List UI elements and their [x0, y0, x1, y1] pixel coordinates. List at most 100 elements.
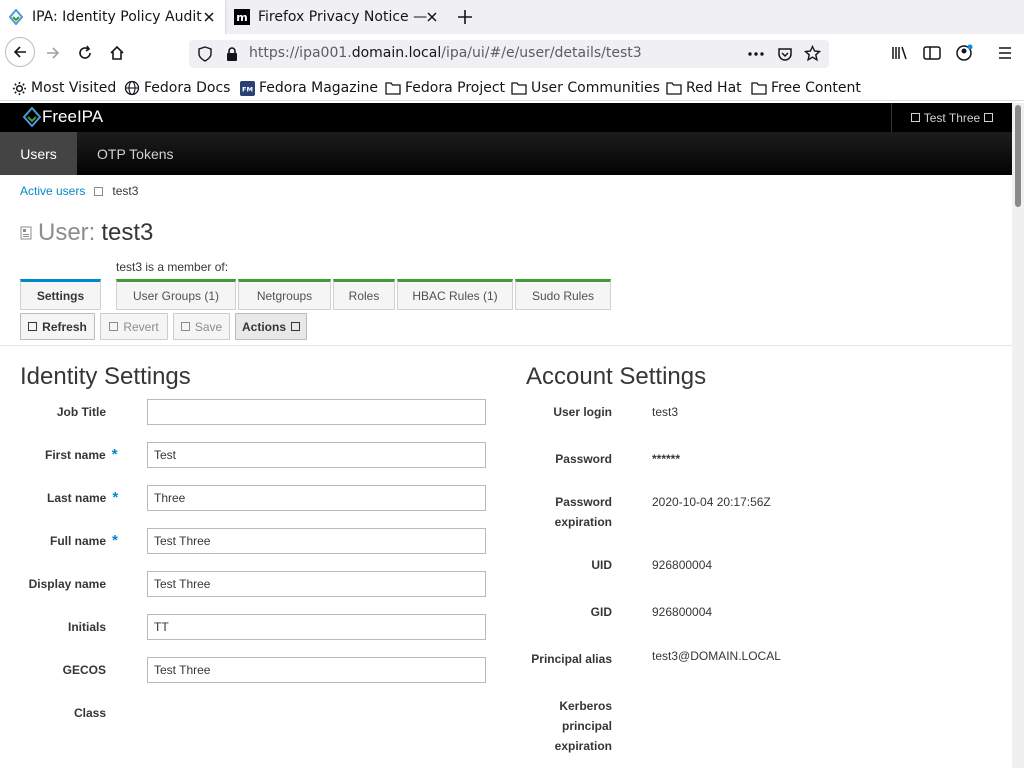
nav-label: OTP Tokens — [97, 145, 174, 162]
folder-icon — [385, 82, 401, 95]
refresh-button[interactable]: Refresh — [20, 313, 95, 340]
library-button[interactable] — [886, 39, 914, 67]
tab-roles[interactable]: Roles — [333, 279, 395, 310]
tab-netgroups[interactable]: Netgroups — [238, 279, 331, 310]
nav-users[interactable]: Users — [0, 132, 77, 175]
nav-otp-tokens[interactable]: OTP Tokens — [77, 132, 194, 175]
tab-hbac-rules[interactable]: HBAC Rules (1) — [397, 279, 513, 310]
user-icon — [910, 113, 920, 122]
member-of-label: test3 is a member of: — [116, 260, 229, 274]
revert-button[interactable]: Revert — [100, 313, 168, 340]
browser-tab-title: IPA: Identity Policy Audit — [32, 9, 202, 25]
breadcrumb-separator-icon — [94, 186, 104, 196]
browser-tab-strip: IPA: Identity Policy Audit m Firefox Pri… — [0, 0, 1024, 34]
bookmark-red-hat[interactable]: Red Hat — [666, 78, 742, 98]
label-gecos: GECOS — [62, 663, 106, 677]
save-label: Save — [194, 319, 223, 334]
account-button[interactable] — [950, 39, 978, 67]
label-job-title: Job Title — [56, 405, 106, 419]
bookmark-fedora-magazine[interactable]: FM Fedora Magazine — [240, 78, 378, 98]
label-uid: UID — [591, 558, 612, 572]
principal-alias-value: test3@DOMAIN.LOCAL — [652, 649, 781, 663]
logo-text: FreeIPA — [42, 107, 104, 126]
reload-button[interactable] — [71, 39, 99, 67]
shield-icon[interactable] — [197, 46, 213, 62]
bookmark-fedora-docs[interactable]: Fedora Docs — [124, 78, 230, 98]
freeipa-favicon-icon — [8, 9, 24, 25]
tab-label: User Groups (1) — [132, 288, 220, 303]
initials-input[interactable] — [147, 614, 486, 640]
url-text[interactable]: https://ipa001.domain.local/ipa/ui/#/e/u… — [249, 45, 642, 61]
tab-label: Roles — [348, 288, 380, 303]
page-title-kind: User: — [38, 219, 96, 246]
actions-dropdown[interactable]: Actions — [235, 313, 307, 340]
revert-icon — [109, 322, 119, 331]
required-marker: * — [112, 532, 118, 549]
tab-settings[interactable]: Settings — [20, 279, 101, 310]
home-button[interactable] — [103, 39, 131, 67]
freeipa-logo[interactable]: FreeIPA — [22, 107, 103, 127]
tab-label: Settings — [36, 288, 85, 303]
sidebar-button[interactable] — [918, 39, 946, 67]
refresh-icon — [28, 322, 38, 331]
bookmark-user-communities[interactable]: User Communities — [511, 78, 660, 98]
label-gid: GID — [590, 605, 612, 619]
tab-sudo-rules[interactable]: Sudo Rules — [515, 279, 611, 310]
display-name-input[interactable] — [147, 571, 486, 597]
breadcrumb-active-users[interactable]: Active users — [20, 184, 85, 198]
save-button[interactable]: Save — [173, 313, 230, 340]
forward-button[interactable] — [39, 39, 67, 67]
home-icon — [110, 45, 124, 60]
revert-label: Revert — [123, 319, 159, 334]
label-password-expiration: Password expiration — [554, 495, 612, 529]
bookmark-label: Red Hat — [686, 80, 742, 96]
lock-icon[interactable] — [225, 46, 239, 62]
url-path: /ipa/ui/#/e/user/details/test3 — [441, 45, 642, 61]
user-menu[interactable]: Test Three — [891, 103, 1012, 132]
reload-icon — [79, 45, 91, 59]
gecos-input[interactable] — [147, 657, 486, 683]
label-user-login: User login — [553, 405, 612, 419]
label-class: Class — [73, 706, 106, 720]
hamburger-menu-icon — [999, 47, 1011, 59]
pocket-icon[interactable] — [777, 46, 793, 62]
tab-user-groups[interactable]: User Groups (1) — [116, 279, 236, 310]
bookmark-fedora-project[interactable]: Fedora Project — [385, 78, 505, 98]
menu-button[interactable] — [991, 39, 1019, 67]
page-actions-icon[interactable] — [747, 46, 765, 62]
url-domain: domain.local — [351, 45, 442, 61]
close-tab-icon[interactable] — [201, 9, 217, 25]
dropdown-caret-icon — [291, 322, 300, 331]
back-button[interactable] — [5, 37, 35, 67]
job-title-input[interactable] — [147, 399, 486, 425]
breadcrumb: Active users test3 — [20, 184, 138, 198]
label-display-name: Display name — [28, 577, 106, 591]
identity-settings-title: Identity Settings — [20, 363, 191, 390]
bookmark-free-content[interactable]: Free Content — [751, 78, 861, 98]
last-name-input[interactable] — [147, 485, 486, 511]
close-tab-icon[interactable] — [424, 9, 440, 25]
folder-icon — [751, 82, 767, 95]
ipa-header — [0, 103, 1012, 132]
label-initials: Initials — [67, 620, 106, 634]
browser-tab-ipa[interactable]: IPA: Identity Policy Audit — [0, 0, 225, 34]
label-principal-alias: Principal alias — [531, 652, 612, 666]
fedora-magazine-icon: FM — [240, 80, 255, 96]
save-icon — [180, 322, 190, 331]
url-prefix: https://ipa001. — [249, 45, 352, 61]
browser-tab-privacy[interactable]: m Firefox Privacy Notice — — [226, 0, 448, 34]
bookmark-label: Free Content — [771, 80, 861, 96]
folder-icon — [666, 82, 682, 95]
refresh-label: Refresh — [42, 319, 87, 334]
bookmark-star-icon[interactable] — [804, 45, 821, 62]
full-name-input[interactable] — [147, 528, 486, 554]
first-name-input[interactable] — [147, 442, 486, 468]
bookmark-label: Fedora Project — [405, 80, 506, 96]
browser-tab-title: Firefox Privacy Notice — — [258, 9, 428, 25]
bookmark-most-visited[interactable]: Most Visited — [12, 78, 116, 98]
forward-arrow-icon — [47, 47, 60, 59]
gear-icon — [12, 81, 27, 95]
scrollbar-thumb[interactable] — [1015, 105, 1021, 207]
bookmark-label: User Communities — [531, 80, 660, 96]
new-tab-icon[interactable] — [456, 8, 474, 26]
